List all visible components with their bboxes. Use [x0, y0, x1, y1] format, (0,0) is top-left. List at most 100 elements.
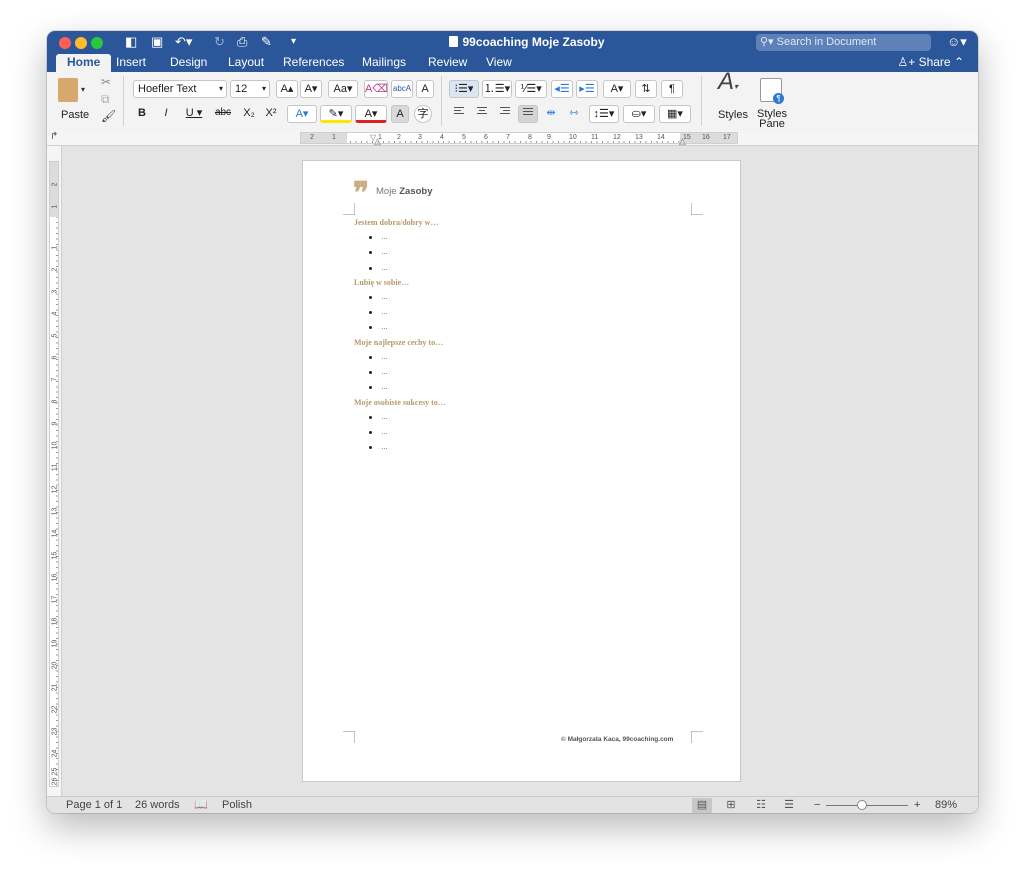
tab-insert[interactable]: Insert	[116, 54, 146, 72]
draft-view-button[interactable]: ☰	[779, 798, 799, 813]
align-right-button[interactable]	[495, 105, 515, 123]
cut-icon[interactable]: ✂	[101, 74, 111, 90]
clear-formatting-button[interactable]: A⌫	[364, 80, 388, 98]
page-count[interactable]: Page 1 of 1	[66, 797, 122, 813]
phonetic-guide-icon: abcA	[392, 84, 412, 93]
numbering-button[interactable]: ⒈☰▾	[482, 80, 512, 98]
language-indicator[interactable]: Polish	[222, 797, 252, 813]
paste-clipboard-icon[interactable]	[58, 78, 78, 102]
tab-selector-icon[interactable]: ↱	[50, 131, 58, 142]
zoom-in-button[interactable]: +	[914, 797, 920, 813]
proofing-icon[interactable]: 📖	[194, 797, 208, 813]
superscript-button[interactable]: X²	[261, 105, 281, 123]
tab-mailings[interactable]: Mailings	[362, 54, 406, 72]
styles-label[interactable]: Styles	[718, 109, 748, 121]
list-item: …	[354, 380, 694, 395]
shrink-font-icon: A▾	[304, 83, 318, 95]
align-center-button[interactable]	[472, 105, 492, 123]
ruler-number: 20	[51, 661, 59, 670]
copy-icon[interactable]: ⧉	[101, 91, 110, 107]
feedback-smiley-icon[interactable]: ☺▾	[947, 34, 967, 50]
shading-button[interactable]: ⛀▾	[623, 105, 655, 123]
ruler-number: 3	[418, 134, 422, 141]
justify-button[interactable]	[518, 105, 538, 123]
web-layout-view-button[interactable]: ⊞	[721, 798, 741, 813]
sort-direction-button[interactable]: A▾	[603, 80, 631, 98]
decrease-indent-button[interactable]: ◂☰	[551, 80, 573, 98]
print-layout-view-button[interactable]: ▤	[692, 798, 712, 813]
zoom-slider-knob[interactable]	[857, 800, 867, 810]
column-width-button[interactable]: ⇿	[564, 105, 584, 123]
format-painter-icon[interactable]: 🖌	[101, 108, 116, 124]
styles-pane-label[interactable]: Styles Pane	[756, 109, 788, 130]
tab-home[interactable]: Home	[56, 54, 112, 72]
bullets-button[interactable]: ⁝☰▾	[449, 80, 479, 98]
tab-design[interactable]: Design	[170, 54, 207, 72]
enclose-characters-button[interactable]: 字	[414, 105, 432, 123]
outline-view-button[interactable]: ☷	[751, 798, 771, 813]
sidebar-toggle-icon[interactable]: ◧	[125, 34, 137, 50]
crop-mark-top-right	[691, 203, 703, 215]
document-body[interactable]: Jestem dobra/dobry w… … … … Lubię w sobi…	[354, 216, 694, 456]
styles-pane-icon[interactable]: ¶	[760, 78, 784, 104]
tab-view[interactable]: View	[486, 54, 512, 72]
font-name-select[interactable]: Hoefler Text ▾	[133, 80, 227, 98]
maximize-window-button[interactable]	[91, 37, 103, 49]
minimize-window-button[interactable]	[75, 37, 87, 49]
subscript-button[interactable]: X₂	[239, 105, 259, 123]
character-shading-button[interactable]: A	[391, 105, 409, 123]
increase-indent-button[interactable]: ▸☰	[576, 80, 598, 98]
borders-button[interactable]: ▦▾	[659, 105, 691, 123]
undo-icon[interactable]: ↶▾	[175, 34, 192, 50]
text-effects-button[interactable]: A▾	[287, 105, 317, 123]
show-formatting-button[interactable]: ¶	[661, 80, 683, 98]
justify-icon	[523, 106, 533, 117]
ruler-number: 2	[51, 267, 59, 272]
zoom-level[interactable]: 89%	[935, 797, 957, 813]
word-count[interactable]: 26 words	[135, 797, 180, 813]
horizontal-ruler[interactable]: 2 1 ▽ △ 1 2 3 4 5 6 7 8 9 10 11 12 13 14…	[300, 132, 738, 146]
ruler-number: 14	[51, 529, 59, 538]
tab-layout[interactable]: Layout	[228, 54, 264, 72]
save-icon[interactable]: ▣	[151, 34, 163, 50]
vertical-ruler[interactable]: 2 1 1 2 3 4 5 6 7 8 9 10 11 12 13 14 15 …	[47, 146, 62, 796]
search-input[interactable]: ⚲▾ Search in Document	[756, 34, 931, 51]
list-item: …	[354, 261, 694, 276]
change-case-button[interactable]: Aa▾	[328, 80, 358, 98]
sort-button[interactable]: ⇅	[635, 80, 657, 98]
collapse-ribbon-icon[interactable]: ⌃	[954, 55, 964, 69]
customize-toolbar-icon[interactable]: ▾	[291, 34, 296, 50]
edit-document-icon[interactable]: ✎	[261, 34, 272, 50]
styles-icon[interactable]: A▾	[713, 70, 743, 95]
zoom-slider-track[interactable]	[826, 805, 908, 806]
shrink-font-button[interactable]: A▾	[300, 80, 322, 98]
font-color-button[interactable]: A▾	[355, 105, 387, 123]
italic-button[interactable]: I	[157, 105, 175, 123]
document-page[interactable]: ❞ Moje Zasoby Jestem dobra/dobry w… … … …	[303, 161, 740, 781]
line-spacing-button[interactable]: ↕☰▾	[589, 105, 619, 123]
redo-icon[interactable]: ↻	[214, 34, 225, 50]
phonetic-guide-button[interactable]: abcA	[391, 80, 413, 98]
tab-review[interactable]: Review	[428, 54, 467, 72]
print-icon[interactable]: ⎙	[237, 34, 247, 50]
highlight-button[interactable]: ✎▾	[320, 105, 352, 123]
ruler-number: 2	[310, 134, 314, 141]
distributed-button[interactable]: ⇹	[541, 105, 561, 123]
tab-references[interactable]: References	[283, 54, 344, 72]
grow-font-button[interactable]: A▴	[276, 80, 298, 98]
zoom-out-button[interactable]: −	[814, 797, 820, 813]
font-size-select[interactable]: 12 ▾	[230, 80, 270, 98]
strikethrough-button[interactable]: abc	[211, 105, 235, 123]
align-left-button[interactable]	[449, 105, 469, 123]
paste-options-chevron-icon[interactable]: ▾	[81, 82, 85, 98]
underline-button[interactable]: U ▾	[181, 105, 207, 123]
chevron-down-icon: ▾	[218, 84, 223, 93]
bold-button[interactable]: B	[133, 105, 151, 123]
character-border-button[interactable]: A	[416, 80, 434, 98]
multilevel-list-button[interactable]: ⅟☰▾	[515, 80, 547, 98]
share-button[interactable]: ♙+ Share ⌃	[897, 54, 964, 71]
close-window-button[interactable]	[59, 37, 71, 49]
ruler-number: 22	[51, 705, 59, 714]
paint-bucket-icon: ⛀▾	[631, 108, 647, 120]
strikethrough-icon: abc	[214, 107, 232, 118]
